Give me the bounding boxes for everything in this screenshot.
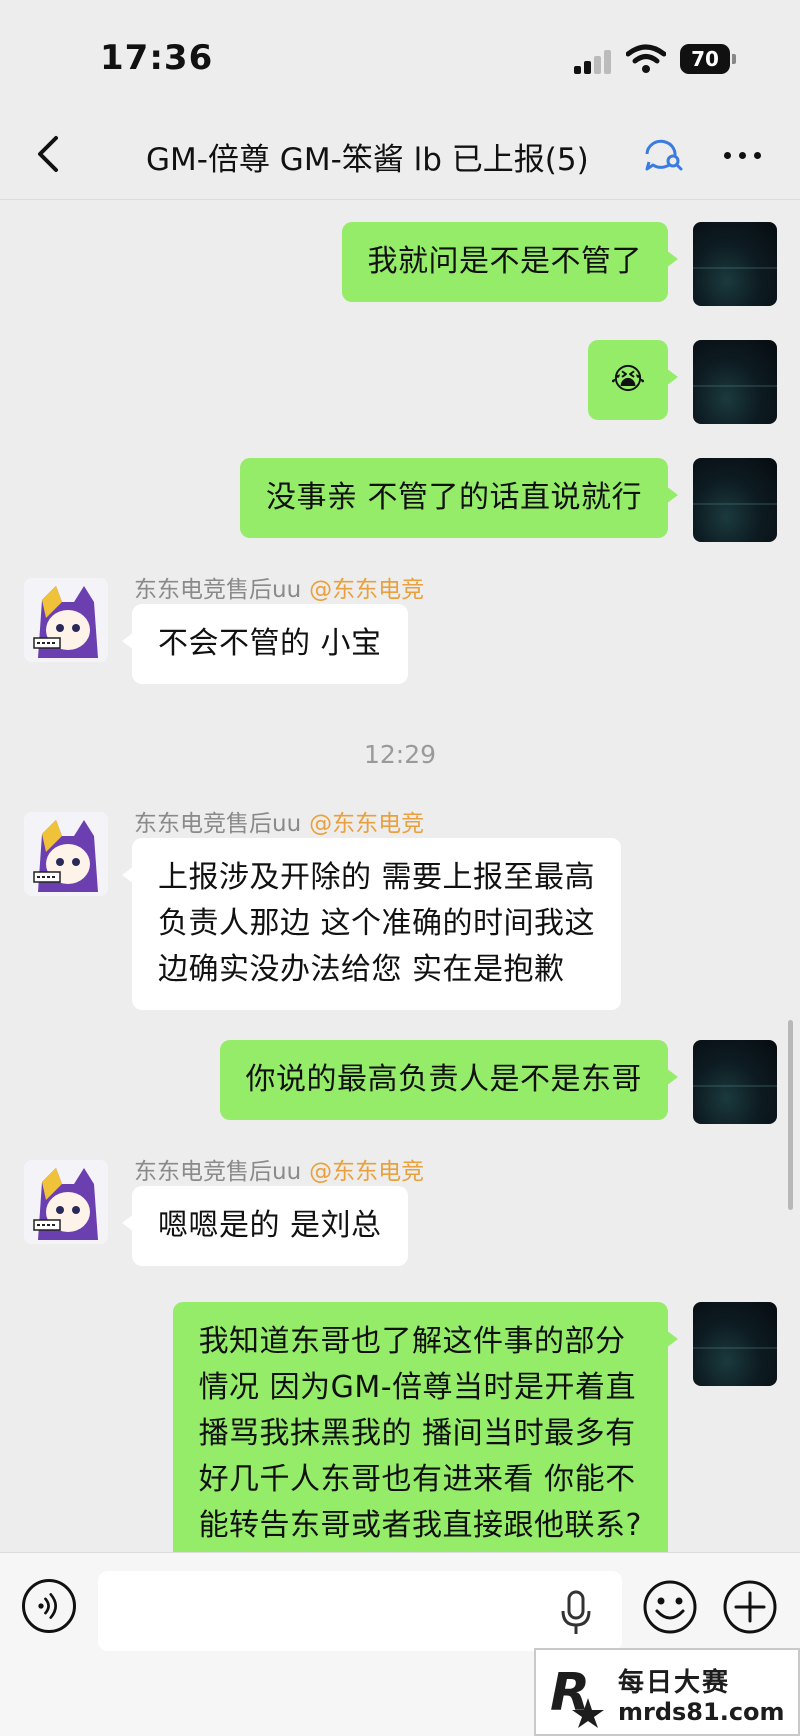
support-avatar[interactable] [24, 578, 108, 662]
wifi-icon [626, 44, 666, 73]
my-message-bubble[interactable]: 我知道东哥也了解这件事的部分 情况 因为GM-倍尊当时是开着直 播骂我抹黑我的 … [172, 1302, 679, 1552]
sender-label: 东东电竞售后uu [134, 811, 302, 837]
emoji-icon[interactable] [642, 1579, 698, 1635]
chat-header: GM-倍尊 GM-笨酱 lb 已上报(5) [0, 110, 800, 200]
message-input[interactable] [98, 1571, 622, 1651]
status-bar: 17:36 70 [0, 0, 800, 110]
my-avatar[interactable] [693, 1302, 777, 1386]
support-message-bubble[interactable]: 不会不管的 小宝 [122, 604, 408, 684]
cellular-signal-icon [574, 50, 614, 74]
message-timestamp: 12:29 [363, 740, 437, 769]
sender-label: 东东电竞售后uu [134, 577, 302, 603]
site-watermark: R 每日大赛 mrds81.com [534, 1648, 800, 1736]
sender-name: 东东电竞售后uu @东东电竞 [134, 1152, 424, 1186]
support-avatar[interactable] [24, 1160, 108, 1244]
my-message-bubble[interactable]: 你说的最高负责人是不是东哥 [219, 1040, 678, 1120]
support-avatar[interactable] [24, 812, 108, 896]
my-avatar[interactable] [693, 340, 777, 424]
my-message-bubble[interactable]: 没事亲 不管了的话直说就行 [239, 458, 679, 538]
sender-name: 东东电竞售后uu @东东电竞 [134, 804, 424, 838]
site-logo-icon: R [550, 1663, 604, 1728]
watermark-title: 每日大赛 [618, 1668, 731, 1698]
sender-group-tag: @东东电竞 [309, 811, 425, 837]
scrollbar[interactable] [788, 1020, 793, 1210]
battery-indicator: 70 [680, 44, 736, 74]
my-avatar[interactable] [693, 458, 777, 542]
my-message-bubble[interactable]: 我就问是不是不管了 [341, 222, 678, 302]
sender-label: 东东电竞售后uu [134, 1159, 302, 1185]
status-time: 17:36 [100, 38, 214, 78]
back-icon[interactable] [30, 132, 70, 176]
more-icon[interactable] [718, 132, 768, 176]
support-message-bubble[interactable]: 上报涉及开除的 需要上报至最高 负责人那边 这个准确的时间我这 边确实没办法给您… [121, 838, 622, 1010]
voice-icon[interactable] [22, 1579, 76, 1633]
message-list[interactable]: 我就问是不是不管了 😭 没事亲 不管了的话直说就行 东东电竞售后uu @东东电竞 … [0, 200, 800, 1552]
plus-icon[interactable] [722, 1579, 778, 1635]
sender-group-tag: @东东电竞 [309, 577, 425, 603]
sender-name: 东东电竞售后uu @东东电竞 [134, 570, 424, 604]
my-avatar[interactable] [693, 1040, 777, 1124]
mic-icon[interactable] [558, 1589, 594, 1637]
watermark-url: mrds81.com [618, 1698, 785, 1726]
support-message-bubble[interactable]: 嗯嗯是的 是刘总 [122, 1186, 408, 1266]
my-avatar[interactable] [693, 222, 777, 306]
chat-search-icon[interactable] [643, 137, 683, 173]
sender-group-tag: @东东电竞 [309, 1159, 425, 1185]
chat-title: GM-倍尊 GM-笨酱 lb 已上报(5) [146, 142, 589, 178]
my-emoji-bubble[interactable]: 😭 [588, 340, 678, 420]
